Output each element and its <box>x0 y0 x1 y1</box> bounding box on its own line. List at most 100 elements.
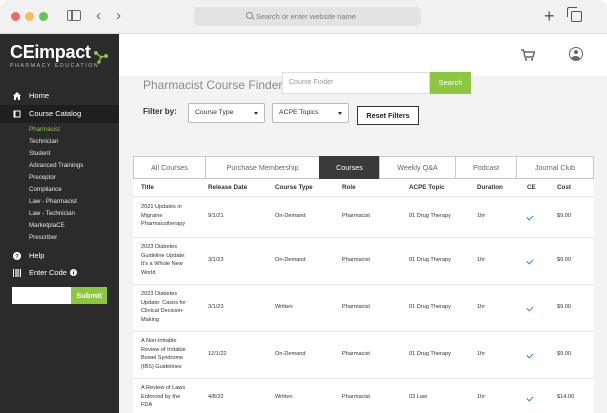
table-row[interactable]: 2023 Diabetes Guideline Update: It's a W… <box>133 237 594 284</box>
course-title-link[interactable]: 2023 Diabetes Update: Cases for Clinical… <box>141 290 186 324</box>
ce-check-icon <box>526 304 534 312</box>
title-line: 2023 Diabetes <box>141 244 178 250</box>
acpe-topic: 01 Drug Therapy <box>409 351 451 357</box>
tab-purchase-membership[interactable]: Purchase Membership <box>205 156 320 179</box>
sidebar-item-label: Course Catalog <box>29 109 82 118</box>
logo-subtitle: PHARMACY EDUCATION <box>10 63 100 69</box>
release-date: 3/1/23 <box>208 304 224 310</box>
role: Pharmacist <box>342 394 370 400</box>
title-line: Enforced by the <box>141 393 181 400</box>
sidebar-item-enter-code[interactable]: Enter Code <box>0 264 119 282</box>
cart-icon[interactable] <box>521 49 535 61</box>
course-title-link[interactable]: 2023 Diabetes Guideline Update: It's a W… <box>141 243 186 277</box>
cost: $9.00 <box>557 257 571 263</box>
column-header-title[interactable]: Title <box>141 184 154 191</box>
course-title-link[interactable]: A Review of Laws Enforced by the FDA <box>141 384 185 410</box>
title-line: Making <box>141 316 160 323</box>
ce-check-icon <box>526 394 534 402</box>
sidebar-item-course-catalog[interactable]: Course Catalog <box>0 105 119 123</box>
acpe-topic: 01 Drug Therapy <box>409 213 451 219</box>
tab-overview-icon[interactable] <box>567 7 582 22</box>
book-icon <box>13 110 21 118</box>
tab-podcast[interactable]: Podcast <box>455 156 517 179</box>
submit-code-button[interactable]: Submit <box>71 287 107 304</box>
cost: $14.00 <box>557 394 575 400</box>
catalog-item-student[interactable]: Student <box>29 149 50 158</box>
title-line: FDA <box>141 402 153 409</box>
catalog-item-marketplace[interactable]: MarketplaCE <box>29 221 65 230</box>
table-row[interactable]: A Review of Laws Enforced by the FDA 4/8… <box>133 378 594 413</box>
catalog-item-law-pharmacist[interactable]: Law - Pharmacist <box>29 197 77 206</box>
search-icon <box>246 12 253 19</box>
catalog-item-prescriber[interactable]: Prescriber <box>29 233 57 242</box>
title-line: Clinical Decision- <box>141 308 184 315</box>
tab-all-courses[interactable]: All Courses <box>133 156 206 179</box>
sidebar-item-label: Home <box>29 91 50 100</box>
info-icon[interactable] <box>70 269 77 276</box>
column-header-duration[interactable]: Duration <box>477 184 503 191</box>
new-tab-icon[interactable]: + <box>544 6 555 26</box>
home-icon <box>13 92 21 100</box>
release-date: 12/1/22 <box>208 351 227 357</box>
user-account-icon[interactable] <box>569 47 583 61</box>
column-header-role[interactable]: Role <box>342 184 356 191</box>
title-line: Update: Cases for <box>141 299 187 306</box>
sidebar-toggle-icon[interactable] <box>67 10 81 21</box>
release-date: 9/1/21 <box>208 213 224 219</box>
sidebar-item-help[interactable]: ? Help <box>0 247 119 265</box>
ce-check-icon <box>526 213 534 221</box>
course-title-link[interactable]: A Non-irritable Review of Irritable Bowe… <box>141 337 186 371</box>
tab-weekly-qa[interactable]: Weekly Q&A <box>379 156 456 179</box>
catalog-item-compliance[interactable]: Compliance <box>29 185 62 194</box>
column-header-release-date[interactable]: Release Date <box>208 184 247 191</box>
catalog-item-advanced-trainings[interactable]: Advanced Trainings <box>29 161 83 170</box>
catalog-item-pharmacist[interactable]: Pharmacist <box>29 125 60 134</box>
course-type-value: Course Type <box>195 109 234 116</box>
back-arrow-icon[interactable]: ‹ <box>96 8 101 24</box>
title-line: Pharmacotherapy <box>141 221 186 228</box>
reset-filters-button[interactable]: Reset Filters <box>357 106 419 125</box>
sidebar-item-home[interactable]: Home <box>0 87 119 105</box>
tab-courses[interactable]: Courses <box>319 156 380 179</box>
column-header-acpe-topic[interactable]: ACPE Topic <box>409 184 445 191</box>
course-finder-input[interactable]: Course Finder <box>282 72 430 94</box>
course-type: Written <box>275 304 293 310</box>
enter-code-input[interactable] <box>12 287 72 304</box>
tab-journal-club[interactable]: Journal Club <box>516 156 594 179</box>
title-line: 2023 Diabetes <box>141 291 178 297</box>
filter-label: Filter by: <box>143 107 177 116</box>
duration: 1hr <box>477 304 486 310</box>
table-row[interactable]: 2021 Updates in Migraine Pharmacotherapy… <box>133 196 594 237</box>
acpe-topics-select[interactable]: ACPE Topics <box>272 103 349 123</box>
close-window-button[interactable] <box>11 12 20 21</box>
column-header-cost[interactable]: Cost <box>557 184 571 191</box>
column-header-course-type[interactable]: Course Type <box>275 184 313 191</box>
main-content: Pharmacist Course Finder Course Finder S… <box>119 72 607 413</box>
site-header <box>119 34 607 76</box>
course-type: On-Demand <box>275 257 306 263</box>
table-row[interactable]: 2023 Diabetes Update: Cases for Clinical… <box>133 284 594 331</box>
browser-toolbar: ‹ › Search or enter website name + <box>0 0 607 34</box>
cost: $9.00 <box>557 213 571 219</box>
catalog-item-law-technician[interactable]: Law - Technician <box>29 209 75 218</box>
role: Pharmacist <box>342 257 370 263</box>
catalog-item-preceptor[interactable]: Preceptor <box>29 173 56 182</box>
sidebar-item-label: Enter Code <box>29 268 67 277</box>
search-button[interactable]: Search <box>430 72 471 94</box>
course-title-link[interactable]: 2021 Updates in Migraine Pharmacotherapy <box>141 203 185 229</box>
acpe-topic: 01 Drug Therapy <box>409 257 451 263</box>
cost: $9.00 <box>557 351 571 357</box>
logo[interactable]: CEimpact PHARMACY EDUCATION <box>10 42 99 69</box>
column-header-ce[interactable]: CE <box>527 184 536 191</box>
title-line: Guideline Update: <box>141 252 186 259</box>
table-row[interactable]: A Non-irritable Review of Irritable Bowe… <box>133 331 594 378</box>
title-line: 2021 Updates in <box>141 204 182 210</box>
course-type-select[interactable]: Course Type <box>188 103 265 123</box>
catalog-item-technician[interactable]: Technician <box>29 137 58 146</box>
minimize-window-button[interactable] <box>25 12 34 21</box>
forward-arrow-icon[interactable]: › <box>116 8 121 24</box>
help-icon: ? <box>13 252 21 260</box>
address-bar[interactable]: Search or enter website name <box>194 7 421 26</box>
maximize-window-button[interactable] <box>39 12 48 21</box>
sidebar-item-label: Help <box>29 251 45 260</box>
